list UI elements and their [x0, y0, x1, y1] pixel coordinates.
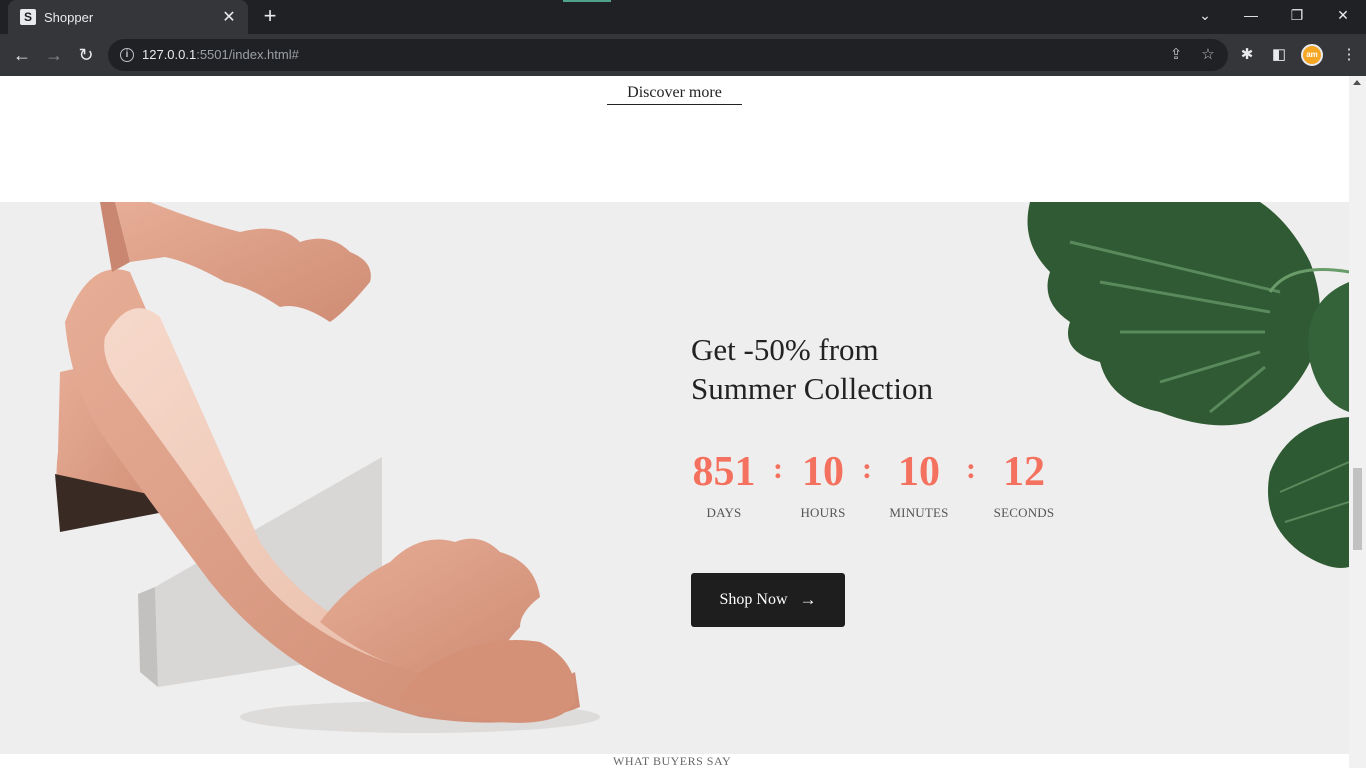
- favicon-icon: S: [20, 9, 36, 25]
- shop-now-button[interactable]: Shop Now →: [691, 573, 845, 627]
- tab-strip: S Shopper ✕ + ⌄ — ❐ ✕: [0, 0, 1366, 34]
- vertical-scrollbar[interactable]: [1349, 76, 1366, 768]
- scrollbar-thumb[interactable]: [1353, 468, 1362, 550]
- close-tab-icon[interactable]: ✕: [220, 7, 238, 27]
- minimize-button[interactable]: —: [1228, 0, 1274, 30]
- countdown-timer: 851 DAYS : 10 HOURS : 10 MINUTES : 12 SE…: [691, 447, 1057, 521]
- new-tab-button[interactable]: +: [258, 5, 282, 29]
- shop-now-label: Shop Now: [719, 591, 788, 608]
- tab-search-icon[interactable]: ⌄: [1182, 0, 1228, 30]
- countdown-separator: :: [773, 452, 783, 485]
- url-path: :5501/index.html#: [196, 47, 299, 62]
- url-host: 127.0.0.1: [142, 47, 197, 62]
- close-window-button[interactable]: ✕: [1320, 0, 1366, 30]
- promo-heading: Get -50% from Summer Collection: [691, 330, 933, 408]
- countdown-days: 851 DAYS: [691, 447, 757, 521]
- extensions-icon[interactable]: ✱: [1236, 44, 1258, 66]
- promo-title-line-2: Summer Collection: [691, 371, 933, 406]
- discover-more-link[interactable]: Discover more: [607, 84, 742, 105]
- countdown-minutes: 10 MINUTES: [887, 447, 951, 521]
- section-heading: WHAT BUYERS SAY: [613, 754, 732, 768]
- site-info-icon[interactable]: i: [120, 48, 134, 62]
- countdown-hours-value: 10: [802, 449, 844, 495]
- countdown-minutes-value: 10: [898, 449, 940, 495]
- countdown-seconds-label: SECONDS: [993, 505, 1055, 520]
- countdown-seconds-value: 12: [1003, 449, 1045, 495]
- countdown-days-label: DAYS: [706, 505, 742, 520]
- share-icon[interactable]: ⇪: [1166, 45, 1186, 65]
- profile-avatar[interactable]: am: [1301, 44, 1323, 66]
- countdown-separator: :: [862, 452, 872, 485]
- sandal-image: [55, 202, 600, 733]
- browser-toolbar: ← → ↻ i 127.0.0.1:5501/index.html# ⇪ ☆ ✱…: [0, 34, 1366, 76]
- countdown-minutes-label: MINUTES: [889, 505, 949, 520]
- forward-icon[interactable]: →: [41, 42, 67, 68]
- address-bar[interactable]: i 127.0.0.1:5501/index.html# ⇪ ☆: [108, 39, 1228, 71]
- page-viewport: Discover more Get -50% from Summer Colle…: [0, 76, 1366, 768]
- monstera-leaves-image: [1027, 202, 1349, 568]
- promo-banner: Get -50% from Summer Collection 851 DAYS…: [0, 202, 1349, 754]
- side-panel-icon[interactable]: ◧: [1268, 44, 1290, 66]
- countdown-hours-label: HOURS: [800, 505, 846, 520]
- countdown-days-value: 851: [692, 449, 756, 495]
- countdown-seconds: 12 SECONDS: [991, 447, 1057, 521]
- url-text[interactable]: 127.0.0.1:5501/index.html#: [142, 47, 299, 62]
- promo-title: Get -50% from Summer Collection: [691, 330, 933, 408]
- browser-tab[interactable]: S Shopper ✕: [8, 0, 248, 34]
- scroll-up-arrow-icon[interactable]: [1353, 80, 1361, 85]
- back-icon[interactable]: ←: [9, 42, 35, 68]
- arrow-right-icon: →: [799, 590, 817, 609]
- countdown-hours: 10 HOURS: [799, 447, 847, 521]
- countdown-separator: :: [966, 452, 976, 485]
- tab-title: Shopper: [44, 9, 94, 25]
- bookmark-star-icon[interactable]: ☆: [1198, 45, 1218, 65]
- tab-indicator: [563, 0, 611, 2]
- menu-icon[interactable]: ⋮: [1338, 44, 1360, 66]
- restore-button[interactable]: ❐: [1274, 0, 1320, 30]
- promo-title-line-1: Get -50% from: [691, 332, 879, 367]
- reload-icon[interactable]: ↻: [73, 42, 99, 68]
